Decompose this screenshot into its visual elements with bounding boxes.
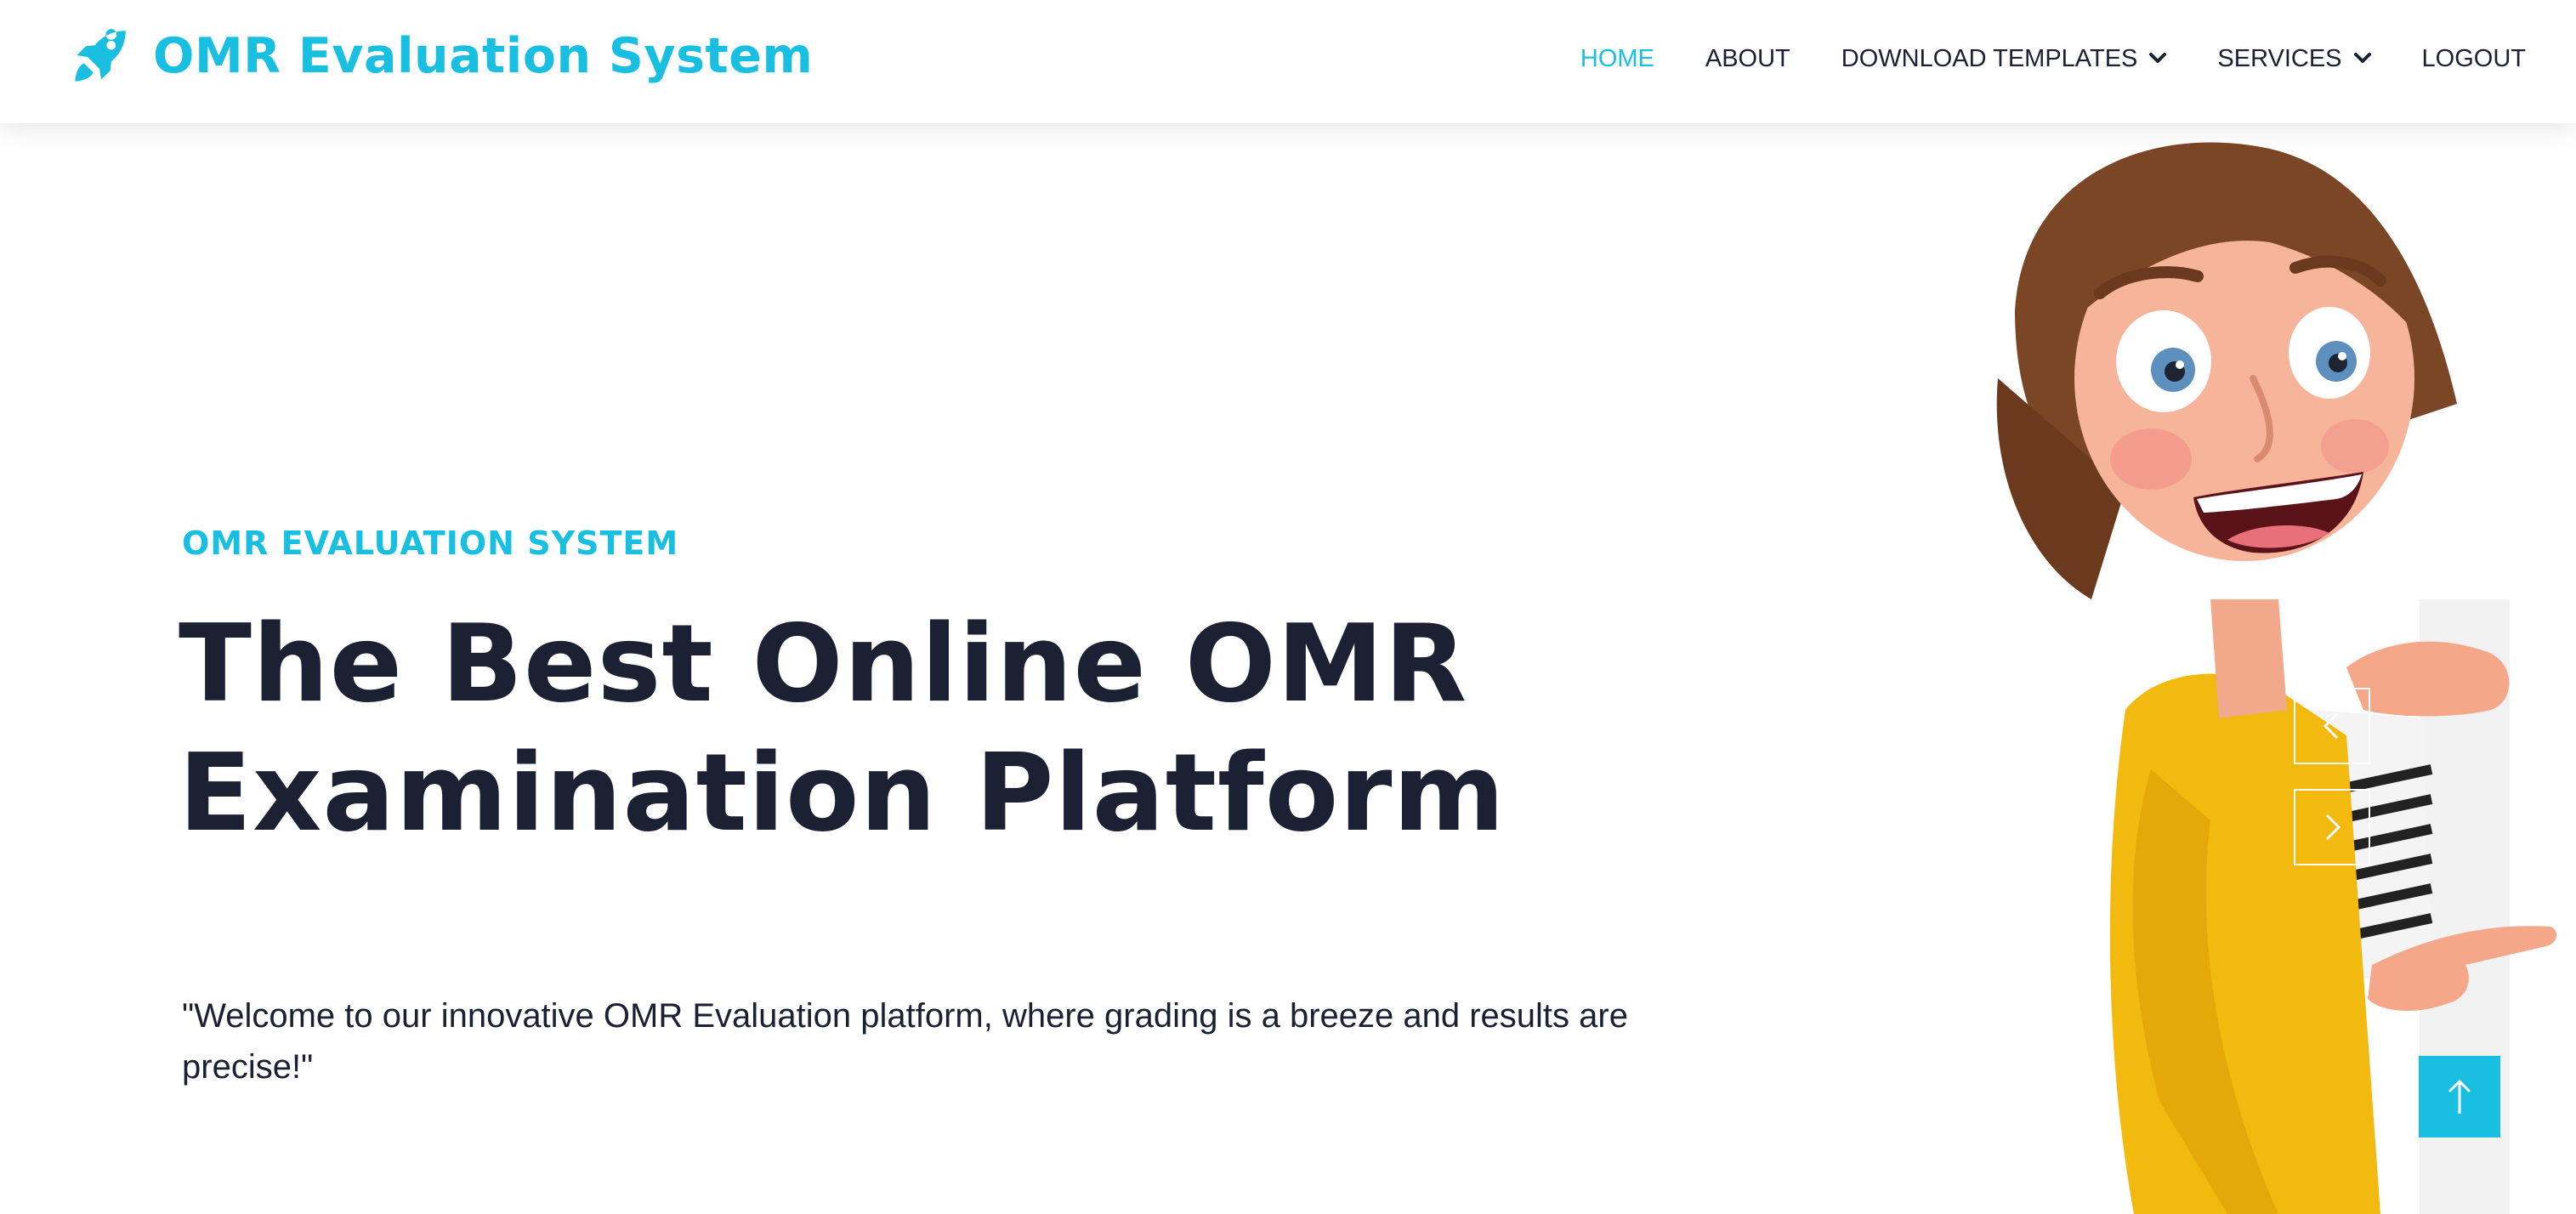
hero-carousel: OMR EVALUATION SYSTEM The Best Online OM… — [0, 123, 2576, 1214]
chevron-down-icon — [2149, 53, 2167, 65]
arrow-up-icon — [2443, 1076, 2477, 1117]
nav-item-download-templates[interactable]: DOWNLOAD TEMPLATES — [1841, 40, 2167, 77]
nav-item-label: DOWNLOAD TEMPLATES — [1841, 45, 2138, 72]
carousel-prev-button[interactable] — [2294, 688, 2370, 764]
chevron-left-icon — [2315, 709, 2349, 743]
brand-title: OMR Evaluation System — [153, 28, 814, 84]
rocket-icon — [71, 27, 129, 85]
hero-subtitle: "Welcome to our innovative OMR Evaluatio… — [182, 997, 1628, 1086]
navbar: OMR Evaluation System HOME ABOUT DOWNLOA… — [0, 0, 2576, 123]
nav-item-services[interactable]: SERVICES — [2217, 40, 2371, 77]
brand-logo-link[interactable]: OMR Evaluation System — [71, 27, 813, 85]
main-nav: HOME ABOUT DOWNLOAD TEMPLATES SERVICES L… — [1529, 40, 2526, 77]
nav-item-label: HOME — [1580, 45, 1654, 72]
nav-item-logout[interactable]: LOGOUT — [2422, 40, 2526, 77]
hero-eyebrow: OMR EVALUATION SYSTEM — [182, 525, 679, 562]
hero-title-line: The Best Online OMR — [179, 601, 1468, 726]
nav-item-label: LOGOUT — [2421, 45, 2526, 72]
nav-item-about[interactable]: ABOUT — [1705, 40, 1790, 77]
back-to-top-button[interactable] — [2419, 1056, 2500, 1137]
carousel-next-button[interactable] — [2294, 789, 2370, 865]
chevron-down-icon — [2353, 53, 2371, 65]
hero-title-line: Examination Platform — [179, 730, 1506, 855]
nav-item-label: SERVICES — [2217, 45, 2342, 72]
hero-title: The Best Online OMR Examination Platform — [179, 599, 1506, 858]
chevron-right-icon — [2315, 810, 2349, 844]
hero-character-image — [1870, 123, 2576, 1214]
nav-item-home[interactable]: HOME — [1580, 40, 1654, 77]
nav-item-label: ABOUT — [1705, 45, 1790, 72]
